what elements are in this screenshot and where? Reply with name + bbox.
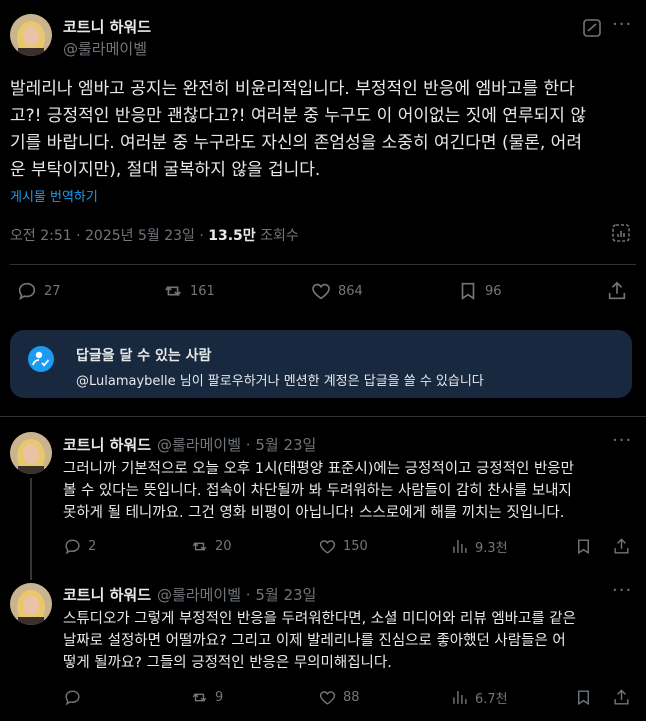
repost-count: 20 [215,539,232,554]
avatar-image [10,14,52,56]
share-button[interactable] [612,537,631,556]
reply-text-line: 볼 수 있다는 뜻입니다. 접속이 차단될까 봐 두려워하는 사람들이 감히 찬… [63,483,572,499]
like-button[interactable]: 150 [318,537,368,556]
post-meta: 오전 2:51 · 2025년 5월 23일 · 13.5만 조회수 [10,225,299,245]
share-icon [614,689,629,705]
reply-icon [18,282,36,301]
bookmark-count: 96 [485,283,502,299]
views-icon [453,691,467,704]
divider [10,264,636,265]
reply-header: 코트니 하워드 @룰라메이벨 · 5월 23일 [63,434,316,455]
reply-button[interactable] [63,688,88,707]
like-icon [319,691,336,705]
reply-button[interactable]: 27 [16,280,61,302]
post-text-line: 운 부탁이지만), 절대 굴복하지 않을 겁니다. [10,160,321,180]
reply-icon [65,539,80,555]
repost-button[interactable]: 9 [190,688,223,707]
reply-text-line: 못하게 될 테니까요. 그건 영화 비평이 아닙니다! 스스로에게 해를 끼치는… [63,505,565,521]
author-handle[interactable]: @룰라메이벨 · 5월 23일 [157,584,316,605]
like-button[interactable]: 88 [318,688,360,707]
author-handle[interactable]: @룰라메이벨 [63,38,147,59]
bookmark-button[interactable] [574,537,593,556]
like-button[interactable]: 864 [310,280,363,302]
share-button[interactable] [606,280,628,302]
reply-text: 스튜디오가 그렇게 부정적인 반응을 두려워한다면, 소셜 미디어와 리뷰 엠바… [63,608,641,674]
repost-icon [192,542,207,551]
share-button[interactable] [612,688,631,707]
like-count: 150 [343,539,368,554]
person-check-icon [28,346,54,372]
views-icon [453,540,467,553]
reply-text-line: 스튜디오가 그렇게 부정적인 반응을 두려워한다면, 소셜 미디어와 리뷰 엠바… [63,611,576,627]
repost-icon [165,286,181,296]
post-text-line: 발레리나 엠바고 공지는 완전히 비윤리적입니다. 부정적인 반응에 엠바고를 … [10,79,575,99]
avatar[interactable] [10,432,52,474]
reply-restriction-title: 답글을 달 수 있는 사람 [76,348,212,364]
post-text-line: 고?! 긍정적인 반응만 괜찮다고?! 여러분 중 누구도 이 어이없는 짓에 … [10,106,586,126]
divider [0,416,646,417]
post-text: 발레리나 엠바고 공지는 완전히 비윤리적입니다. 부정적인 반응에 엠바고를 … [10,76,640,184]
author-name[interactable]: 코트니 하워드 [63,584,151,605]
reply-header: 코트니 하워드 @룰라메이벨 · 5월 23일 [63,584,316,605]
repost-icon [192,693,207,702]
bookmark-button[interactable] [574,688,593,707]
thread-connector [30,478,32,580]
repost-button[interactable]: 161 [162,280,215,302]
views-count: 13.5만 [208,228,256,244]
reply-count: 27 [44,283,61,299]
views-count: 6.7천 [475,692,508,707]
avatar-image [10,583,52,625]
avatar[interactable] [10,14,52,56]
repost-count: 9 [215,690,224,705]
repost-button[interactable]: 20 [190,537,232,556]
share-icon [608,281,626,300]
more-options-icon[interactable]: ··· [612,14,632,35]
grok-icon[interactable] [582,18,602,38]
like-icon [319,540,336,554]
translate-link[interactable]: 게시물 번역하기 [10,186,98,205]
avatar[interactable] [10,583,52,625]
reply-restriction-text: @Lulamaybelle 님이 팔로우하거나 멘션한 계정은 답글을 쓸 수 … [76,374,484,389]
like-count: 864 [338,283,363,299]
repost-count: 161 [190,283,215,299]
reply-text-line: 날짜로 설정하면 어떨까요? 그리고 이제 발레리나를 진심으로 좋아했던 사람… [63,633,566,649]
reply-icon [65,690,80,706]
views-count: 9.3천 [475,541,508,556]
reply-count: 2 [88,539,97,554]
reply-text: 그러니까 기본적으로 오늘 오후 1시(태평양 표준시)에는 긍정적이고 긍정적… [63,458,641,524]
more-options-icon[interactable]: ··· [612,580,632,601]
author-name[interactable]: 코트니 하워드 [63,16,151,37]
post-text-line: 기를 바랍니다. 여러분 중 누구라도 자신의 존엄성을 소중히 여긴다면 (물… [10,133,582,153]
reply-button[interactable]: 2 [63,537,96,556]
bookmark-icon [461,282,475,300]
reply-restriction-box: 답글을 달 수 있는 사람 @Lulamaybelle 님이 팔로우하거나 멘션… [10,330,632,398]
share-icon [614,538,629,554]
analytics-icon[interactable] [610,222,632,244]
avatar-image [10,432,52,474]
more-options-icon[interactable]: ··· [612,430,632,451]
reply-text-line: 그러니까 기본적으로 오늘 오후 1시(태평양 표준시)에는 긍정적이고 긍정적… [63,461,574,477]
like-count: 88 [343,690,360,705]
reply-text-line: 떻게 될까요? 그들의 긍정적인 반응은 무의미해집니다. [63,655,392,671]
bookmark-icon [578,690,589,706]
views-button[interactable]: 6.7천 [450,688,508,707]
views-label: 조회수 [255,228,299,244]
author-name[interactable]: 코트니 하워드 [63,434,151,455]
like-icon [312,283,330,300]
bookmark-icon [578,539,589,555]
post-timestamp[interactable]: 오전 2:51 · 2025년 5월 23일 · [10,228,208,244]
views-button[interactable]: 9.3천 [450,537,508,556]
author-handle[interactable]: @룰라메이벨 · 5월 23일 [157,434,316,455]
bookmark-button[interactable]: 96 [457,280,502,302]
